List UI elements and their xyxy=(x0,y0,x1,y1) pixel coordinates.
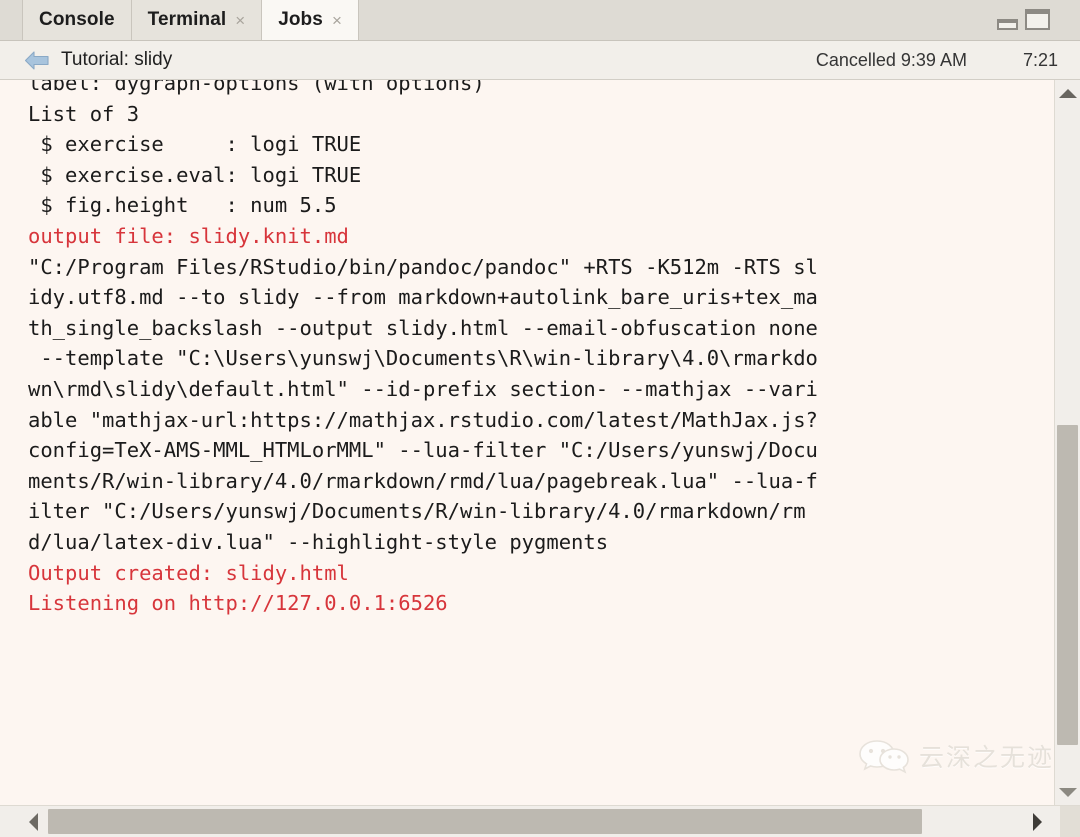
tab-jobs-label: Jobs xyxy=(278,8,323,30)
console-line: "C:/Program Files/RStudio/bin/pandoc/pan… xyxy=(28,254,818,279)
scrollbar-corner xyxy=(1060,806,1080,837)
maximize-icon[interactable] xyxy=(1025,9,1050,30)
console-line-list: label: dygraph-options (with options) Lis… xyxy=(28,80,1054,619)
job-title: Tutorial: slidy xyxy=(61,49,173,70)
scroll-right-arrow-icon[interactable] xyxy=(1024,806,1050,837)
console-line: --template "C:\Users\yunswj\Documents\R\… xyxy=(28,346,818,371)
tab-console[interactable]: Console xyxy=(22,0,132,40)
job-output-console[interactable]: label: dygraph-options (with options) Lis… xyxy=(0,80,1054,805)
job-status: Cancelled 9:39 AM xyxy=(815,49,967,70)
console-line: $ fig.height : num 5.5 xyxy=(28,193,337,218)
vertical-scrollbar[interactable] xyxy=(1054,80,1080,805)
console-line: ments/R/win-library/4.0/rmarkdown/rmd/lu… xyxy=(28,468,818,493)
console-line: $ exercise : logi TRUE xyxy=(28,132,362,157)
minimize-icon[interactable] xyxy=(997,19,1018,30)
tab-bar: Console Terminal × Jobs × xyxy=(0,0,1080,41)
back-arrow-icon[interactable] xyxy=(24,50,50,71)
horizontal-scrollbar[interactable] xyxy=(0,805,1080,837)
tab-terminal-label: Terminal xyxy=(147,8,227,30)
console-line: List of 3 xyxy=(28,101,140,126)
tab-console-label: Console xyxy=(39,8,115,30)
console-line: wn\rmd\slidy\default.html" --id-prefix s… xyxy=(28,376,818,401)
console-line: config=TeX-AMS-MML_HTMLorMML" --lua-filt… xyxy=(28,438,818,463)
tab-terminal[interactable]: Terminal × xyxy=(131,0,263,40)
console-body: label: dygraph-options (with options) Lis… xyxy=(0,80,1080,805)
tab-bar-filler xyxy=(358,0,1080,40)
console-line: Listening on http://127.0.0.1:6526 xyxy=(28,591,448,616)
close-icon[interactable]: × xyxy=(235,12,245,29)
console-line: th_single_backslash --output slidy.html … xyxy=(28,315,818,340)
console-line: output file: slidy.knit.md xyxy=(28,223,349,248)
vertical-scrollbar-thumb[interactable] xyxy=(1057,425,1078,745)
console-line: d/lua/latex-div.lua" --highlight-style p… xyxy=(28,529,609,554)
scroll-up-arrow-icon[interactable] xyxy=(1055,82,1080,104)
console-line: label: dygraph-options (with options) xyxy=(28,80,485,95)
console-line: ilter "C:/Users/yunswj/Documents/R/win-l… xyxy=(28,499,806,524)
job-elapsed-time: 7:21 xyxy=(1022,49,1058,70)
window-controls xyxy=(997,9,1050,30)
horizontal-scrollbar-thumb[interactable] xyxy=(48,809,922,834)
scroll-down-arrow-icon[interactable] xyxy=(1055,781,1080,803)
scroll-left-arrow-icon[interactable] xyxy=(20,806,46,837)
tab-jobs[interactable]: Jobs × xyxy=(262,0,359,40)
close-icon[interactable]: × xyxy=(332,12,342,29)
console-line: Output created: slidy.html xyxy=(28,560,349,585)
console-line: $ exercise.eval: logi TRUE xyxy=(28,162,362,187)
rstudio-jobs-pane: Console Terminal × Jobs × Tutorial: slid… xyxy=(0,0,1080,837)
console-line: able "mathjax-url:https://mathjax.rstudi… xyxy=(28,407,818,432)
job-header: Tutorial: slidy Cancelled 9:39 AM 7:21 xyxy=(0,41,1080,80)
console-line: idy.utf8.md --to slidy --from markdown+a… xyxy=(28,285,818,310)
